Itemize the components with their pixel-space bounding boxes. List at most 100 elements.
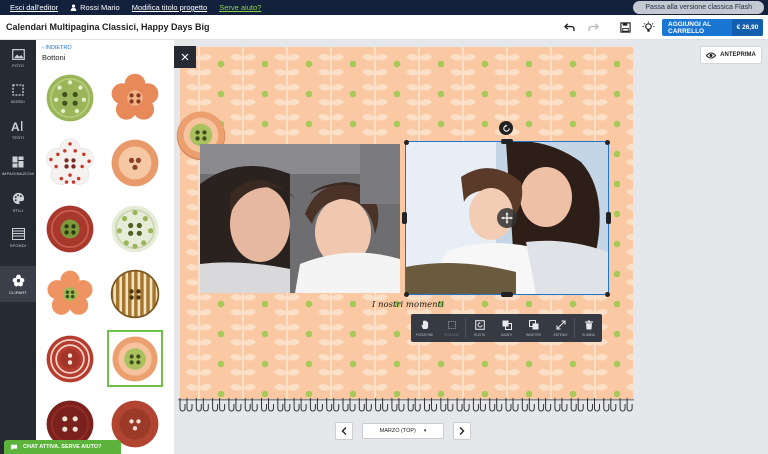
ctx-rotate[interactable]: RUOTA <box>466 314 493 342</box>
chat-label: CHAT ATTIVA. SERVE AIUTO? <box>23 444 102 450</box>
button-clipart-striped[interactable] <box>107 265 163 322</box>
flash-version-button[interactable]: Passa alla versione classica Flash <box>633 1 764 14</box>
bring-forward-icon <box>502 320 512 330</box>
cart-price: € 26,90 <box>732 19 763 36</box>
tool-text[interactable]: A TESTI <box>0 112 36 148</box>
clipart-icon <box>12 274 24 286</box>
chat-icon <box>10 444 18 450</box>
tool-label: BORDI <box>11 99 25 104</box>
palette-icon <box>12 192 24 204</box>
resize-handle-bl[interactable] <box>404 292 409 297</box>
edit-title-link[interactable]: Modifica titolo progetto <box>132 3 207 12</box>
tool-backgrounds[interactable]: SFONDI <box>0 220 36 256</box>
button-clipart-peach[interactable] <box>107 134 163 191</box>
caret-down-icon: ▾ <box>423 428 427 434</box>
user-icon <box>70 4 77 11</box>
close-icon <box>181 53 189 61</box>
tool-clipart[interactable]: CLIPART <box>0 266 36 302</box>
ctx-send-backward[interactable]: INDIETRO <box>520 314 547 342</box>
hand-icon <box>420 319 428 329</box>
ctx-position[interactable]: POSIZIONE <box>411 314 438 342</box>
exit-editor-link[interactable]: Esci dall'editor <box>10 3 58 12</box>
button-clipart-white-flower-red-dots[interactable] <box>42 134 98 191</box>
border-icon <box>12 84 24 96</box>
text-icon: A <box>11 120 23 132</box>
tool-layouts[interactable]: IMPAGINAZIONI <box>0 148 36 184</box>
ctx-delete[interactable]: ELIMINA <box>575 314 602 342</box>
add-to-cart-button[interactable]: AGGIUNGI AL CARRELLO € 26,90 <box>662 19 763 36</box>
button-clipart-selected-peach-green[interactable] <box>107 330 163 387</box>
move-handle-icon[interactable] <box>497 208 517 228</box>
undo-icon[interactable] <box>562 20 576 34</box>
ctx-bring-forward[interactable]: AVANTI <box>493 314 520 342</box>
button-clipart-red-rings[interactable] <box>42 330 98 387</box>
project-title: Calendari Multipagina Classici, Happy Da… <box>6 22 210 32</box>
tool-label: CLIPART <box>9 289 27 295</box>
top-nav: Esci dall'editor Rossi Mario Modifica ti… <box>0 0 768 15</box>
resize-handle-top[interactable] <box>501 139 513 144</box>
next-month-button[interactable] <box>453 422 471 440</box>
photo-left[interactable] <box>200 144 400 293</box>
editor-header: Calendari Multipagina Classici, Happy Da… <box>0 15 768 40</box>
back-link[interactable]: ‹ INDIETRO <box>42 45 72 51</box>
button-clipart-orange-flower-green[interactable] <box>42 265 98 322</box>
resize-handle-tr[interactable] <box>605 140 610 145</box>
button-clipart-orange-flower[interactable] <box>107 69 163 126</box>
tool-label: IMPAGINAZIONI <box>1 171 35 176</box>
save-icon[interactable] <box>618 20 632 34</box>
tool-label: SFONDI <box>9 243 27 248</box>
help-link[interactable]: Serve aiuto? <box>219 3 261 12</box>
ctx-label: POSIZIONE <box>415 332 434 337</box>
crop-icon <box>447 320 456 329</box>
page-caption[interactable]: I nostri momenti <box>372 300 444 310</box>
ctx-expand[interactable]: ESTENDI <box>547 314 574 342</box>
chat-widget[interactable]: CHAT ATTIVA. SERVE AIUTO? <box>4 440 121 454</box>
month-selected-value: MARZO (TOP) <box>379 428 416 434</box>
resize-handle-br[interactable] <box>605 292 610 297</box>
tool-borders[interactable]: BORDI <box>0 76 36 112</box>
chevron-right-icon <box>459 427 465 435</box>
ctx-label: INDIETRO <box>525 332 542 337</box>
trash-icon <box>584 320 593 329</box>
svg-text:A: A <box>11 120 20 132</box>
tool-label: TESTI <box>11 135 25 140</box>
tool-styles[interactable]: STILI <box>0 184 36 220</box>
month-select[interactable]: MARZO (TOP) ▾ <box>362 423 444 439</box>
close-panel-button[interactable] <box>174 46 196 68</box>
ctx-label: ESTENDI <box>553 332 568 337</box>
tool-photo[interactable]: FOTO <box>0 40 36 76</box>
ctx-label: RITAGLIA <box>444 332 459 337</box>
expand-icon <box>555 319 566 330</box>
rotate-icon <box>474 319 485 330</box>
ctx-label: AVANTI <box>500 332 513 337</box>
resize-handle-bottom[interactable] <box>501 292 513 297</box>
rotate-handle-icon[interactable] <box>499 121 513 135</box>
photo-icon <box>11 48 25 60</box>
background-icon <box>11 228 25 240</box>
redo-icon[interactable] <box>586 20 600 34</box>
button-clipart-white-green-dots[interactable] <box>107 200 163 257</box>
photo-context-menu: POSIZIONE RITAGLIA RUOTA AVANTI INDIETRO… <box>411 314 602 342</box>
user-name: Rossi Mario <box>80 3 120 12</box>
month-navigation: MARZO (TOP) ▾ <box>335 422 471 440</box>
preview-label: ANTEPRIMA <box>720 52 756 58</box>
cart-label: AGGIUNGI AL CARRELLO <box>668 20 711 35</box>
prev-month-button[interactable] <box>335 422 353 440</box>
user-menu[interactable]: Rossi Mario <box>70 3 120 12</box>
panel-title: Bottoni <box>42 53 66 62</box>
button-clipart-red-green-center[interactable] <box>42 200 98 257</box>
ctx-crop[interactable]: RITAGLIA <box>438 314 465 342</box>
back-label: INDIETRO <box>45 45 72 51</box>
layout-icon <box>12 156 24 168</box>
button-clipart-green-dots[interactable] <box>42 69 98 126</box>
resize-handle-left[interactable] <box>402 212 407 224</box>
spiral-binding <box>178 398 634 414</box>
preview-button[interactable]: ANTEPRIMA <box>700 46 762 64</box>
tool-label: STILI <box>12 207 24 213</box>
tips-bulb-icon[interactable] <box>641 20 655 34</box>
resize-handle-right[interactable] <box>606 212 611 224</box>
ctx-label: ELIMINA <box>582 332 595 337</box>
resize-handle-tl[interactable] <box>404 140 409 145</box>
send-backward-icon <box>528 319 538 329</box>
ctx-label: RUOTA <box>474 332 485 337</box>
